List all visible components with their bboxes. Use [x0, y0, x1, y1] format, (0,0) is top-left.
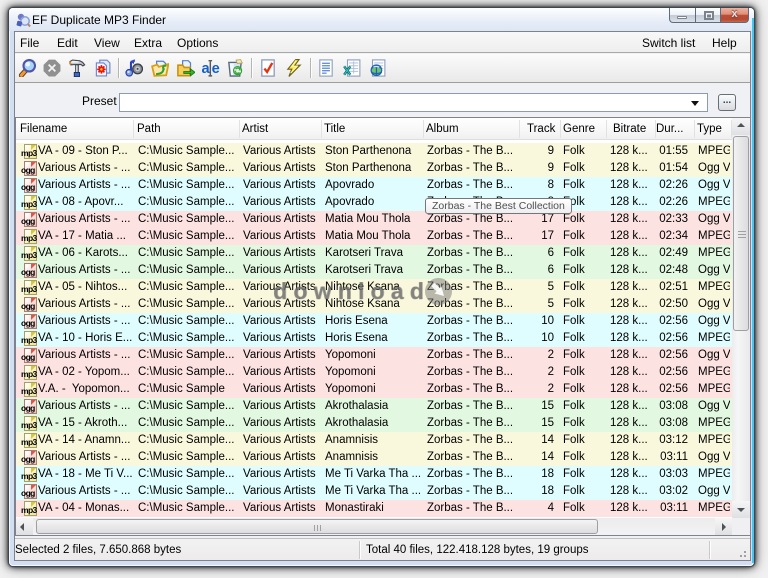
svg-text:a: a [202, 61, 210, 77]
svg-text:e: e [212, 61, 220, 77]
